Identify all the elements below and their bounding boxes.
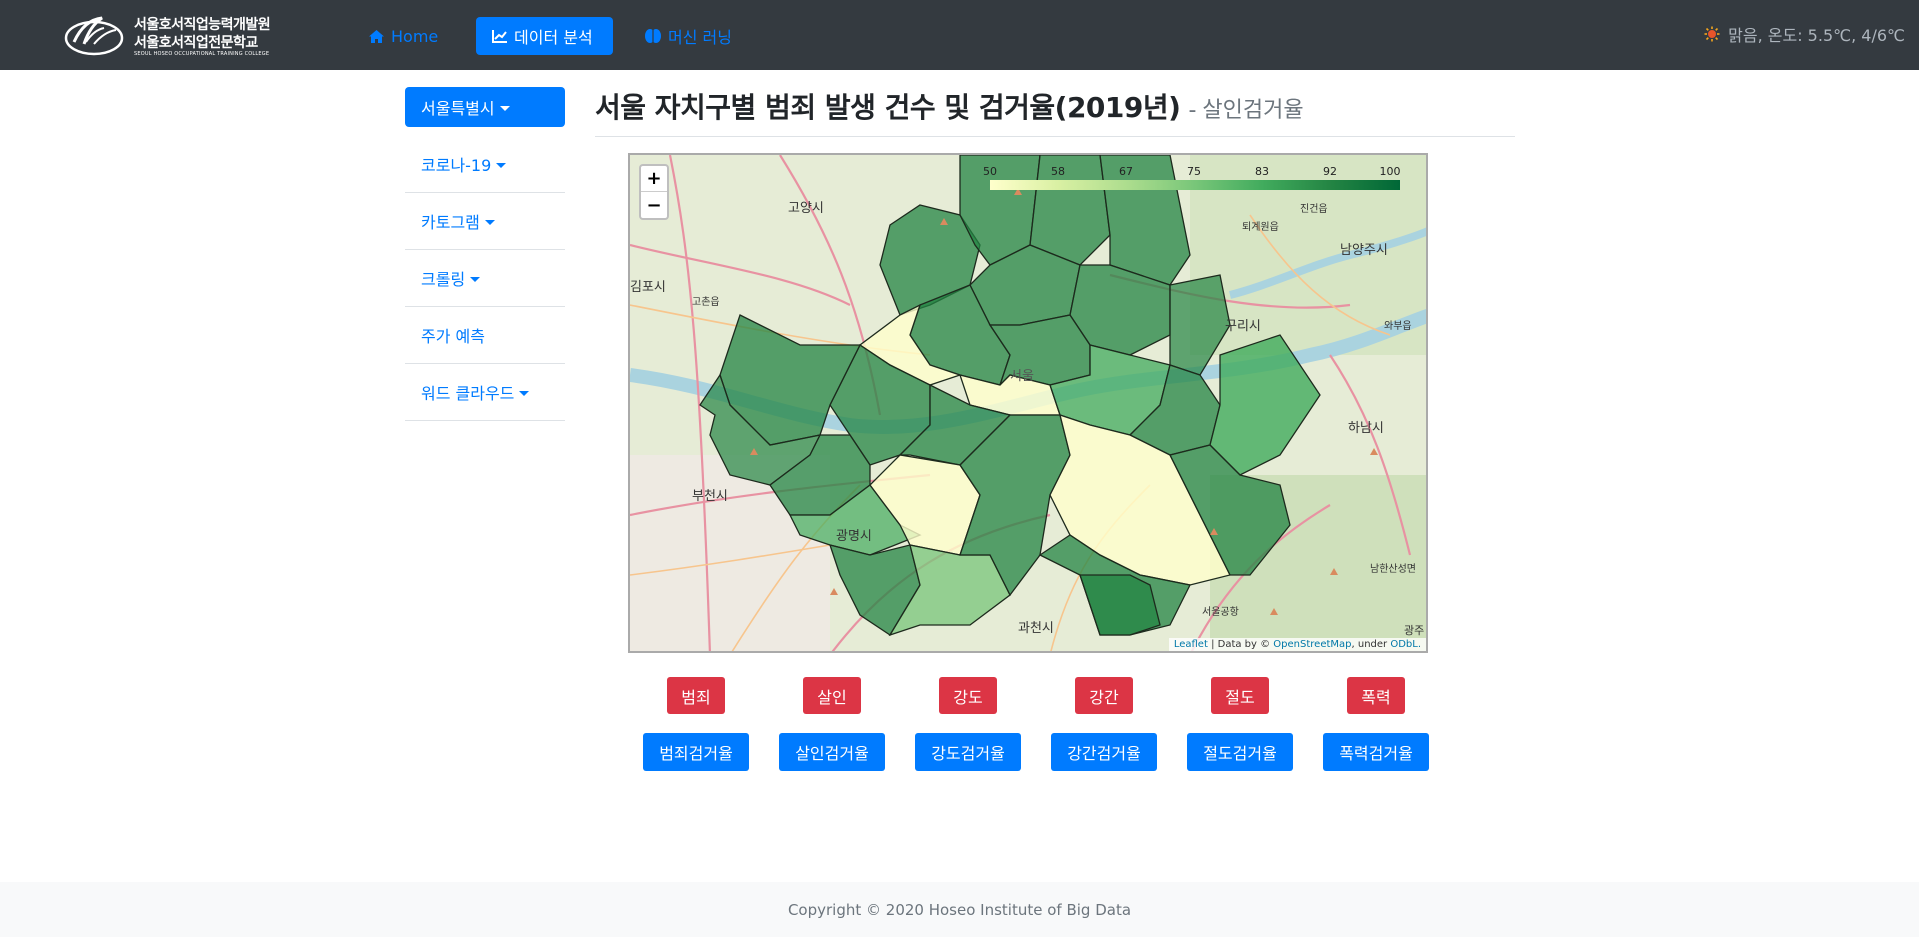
page-subtitle: 살인검거율 — [1202, 98, 1304, 123]
sidebar-item-label: 코로나-19 — [421, 156, 492, 175]
city-label: 퇴계원읍 — [1242, 222, 1279, 233]
sidebar-item-label: 주가 예측 — [421, 327, 485, 346]
violence-button[interactable]: 폭력 — [1347, 677, 1405, 714]
city-label: 김포시 — [630, 280, 666, 295]
caret-down-icon — [470, 276, 481, 282]
sidebar-item-word-cloud[interactable]: 워드 클라우드 — [405, 364, 565, 421]
city-label: 고양시 — [788, 201, 824, 216]
brand-line-3: SEOUL HOSEO OCCUPATIONAL TRAINING COLLEG… — [134, 51, 270, 57]
caret-down-icon — [496, 162, 507, 168]
sidebar-item-label: 카토그램 — [421, 213, 480, 232]
city-label: 와부읍 — [1384, 321, 1412, 332]
legend-tick: 50 — [983, 165, 997, 178]
openstreetmap-link[interactable]: OpenStreetMap — [1273, 639, 1351, 650]
robbery-button[interactable]: 강도 — [939, 677, 997, 714]
legend-tick: 100 — [1379, 165, 1401, 178]
rape-button[interactable]: 강간 — [1075, 677, 1133, 714]
nav-machine-learning-label: 머신 러닝 — [668, 28, 732, 47]
chart-line-icon — [492, 30, 507, 43]
sidebar-item-crawling[interactable]: 크롤링 — [405, 250, 565, 307]
map-tiles[interactable] — [630, 155, 1428, 653]
nav-machine-learning-link[interactable]: 머신 러닝 — [644, 17, 732, 55]
legend-tick: 58 — [1051, 165, 1065, 178]
caret-down-icon — [499, 105, 510, 111]
murder-arrest-rate-button[interactable]: 살인검거율 — [779, 733, 885, 771]
navbar: 서울호서직업능력개발원 서울호서직업전문학교 SEOUL HOSEO OCCUP… — [0, 0, 1919, 70]
nav-data-analysis-link[interactable]: 데이터 분석 — [476, 17, 613, 55]
attribution-text: , under — [1351, 639, 1391, 650]
city-label: 과천시 — [1018, 621, 1054, 636]
nav-data-analysis-label: 데이터 분석 — [514, 28, 593, 47]
city-label: 진건읍 — [1300, 204, 1328, 215]
legend-tick: 75 — [1187, 165, 1201, 178]
crime-button[interactable]: 범죄 — [667, 677, 725, 714]
violence-arrest-rate-button[interactable]: 폭력검거율 — [1323, 733, 1429, 771]
map-attribution: Leaflet | Data by © OpenStreetMap, under… — [1168, 638, 1426, 651]
city-label: 서울 — [1010, 369, 1034, 384]
sidebar-item-covid19[interactable]: 코로나-19 — [405, 136, 565, 193]
legend-color-scale — [990, 180, 1400, 190]
city-label: 광명시 — [836, 529, 872, 544]
page-title: 서울 자치구별 범죄 발생 건수 및 검거율(2019년) - 살인검거율 — [595, 86, 1304, 126]
map-legend: 50 58 67 75 83 92 100 — [983, 165, 1401, 195]
sidebar-item-label: 워드 클라우드 — [421, 384, 515, 403]
zoom-in-button[interactable]: + — [641, 166, 667, 192]
weather-widget: 맑음, 온도: 5.5℃, 4/6℃ — [1704, 22, 1905, 46]
nav-home-label: Home — [391, 26, 439, 46]
leaflet-link[interactable]: Leaflet — [1174, 639, 1208, 650]
legend-tick: 83 — [1255, 165, 1269, 178]
sidebar-item-stock-prediction[interactable]: 주가 예측 — [405, 307, 565, 364]
brand-line-1: 서울호서직업능력개발원 — [134, 17, 271, 33]
murder-button[interactable]: 살인 — [803, 677, 861, 714]
brand-logo[interactable]: 서울호서직업능력개발원 서울호서직업전문학교 SEOUL HOSEO OCCUP… — [64, 10, 271, 62]
sidebar-item-seoul[interactable]: 서울특별시 — [405, 87, 565, 127]
crime-arrest-rate-button[interactable]: 범죄검거율 — [643, 733, 749, 771]
robbery-arrest-rate-button[interactable]: 강도검거율 — [915, 733, 1021, 771]
weather-text: 맑음, 온도: 5.5℃, 4/6℃ — [1728, 26, 1905, 45]
logo-emblem-icon — [64, 16, 124, 56]
zoom-out-button[interactable]: − — [641, 192, 667, 218]
page-title-separator: - — [1188, 98, 1197, 123]
title-divider — [595, 136, 1515, 137]
page-title-main: 서울 자치구별 범죄 발생 건수 및 검거율(2019년) — [595, 91, 1181, 124]
city-label: 남양주시 — [1340, 243, 1388, 258]
city-label: 구리시 — [1225, 319, 1261, 334]
city-label: 서울공항 — [1202, 607, 1239, 618]
theft-arrest-rate-button[interactable]: 절도검거율 — [1187, 733, 1293, 771]
city-label: 광주 — [1404, 624, 1425, 637]
sidebar-item-cartogram[interactable]: 카토그램 — [405, 193, 565, 250]
map-zoom-control[interactable]: + − — [639, 164, 669, 220]
rape-arrest-rate-button[interactable]: 강간검거율 — [1051, 733, 1157, 771]
city-label: 고촌읍 — [692, 297, 720, 308]
city-label: 남한산성면 — [1370, 564, 1416, 575]
brand-line-2: 서울호서직업전문학교 — [134, 35, 258, 51]
caret-down-icon — [519, 390, 530, 396]
city-label: 하남시 — [1348, 421, 1384, 436]
caret-down-icon — [484, 219, 495, 225]
copyright-text: Copyright © 2020 Hoseo Institute of Big … — [787, 900, 1132, 919]
attribution-text: | Data by © — [1207, 639, 1274, 650]
nav-home-link[interactable]: Home — [368, 17, 438, 55]
choropleth-map[interactable]: + − 50 58 67 75 83 92 100 고양시 남양주시 구리시 하… — [628, 153, 1428, 653]
legend-tick: 67 — [1119, 165, 1133, 178]
footer: Copyright © 2020 Hoseo Institute of Big … — [0, 882, 1919, 937]
sidebar-item-label: 크롤링 — [421, 270, 466, 289]
home-icon — [369, 29, 384, 43]
legend-tick: 92 — [1323, 165, 1337, 178]
theft-button[interactable]: 절도 — [1211, 677, 1269, 714]
sun-icon — [1704, 26, 1720, 42]
brain-icon — [645, 29, 661, 43]
sidebar-item-label: 서울특별시 — [421, 99, 495, 118]
city-label: 부천시 — [692, 489, 728, 504]
odbl-link[interactable]: ODbL. — [1390, 639, 1421, 650]
